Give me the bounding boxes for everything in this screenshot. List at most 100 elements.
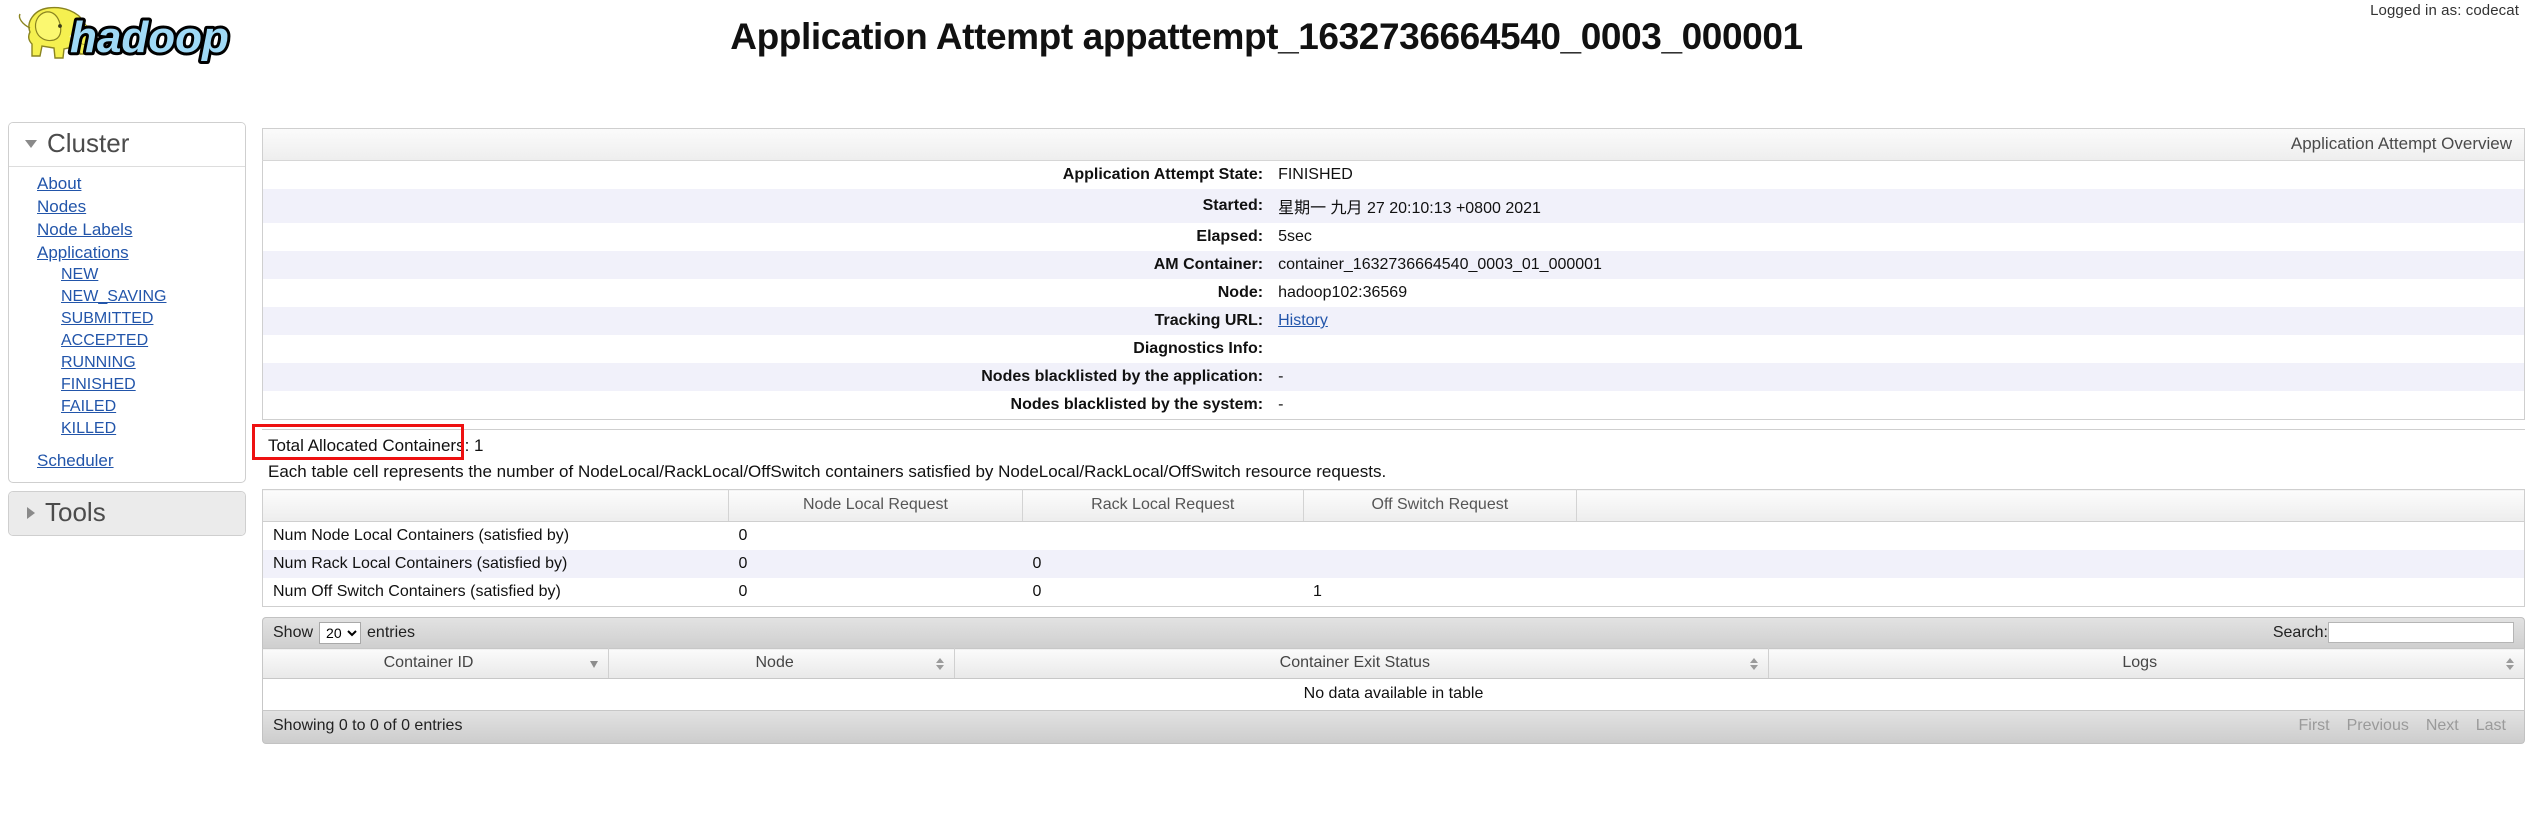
sidebar-cluster-links: About Nodes Node Labels Applications NEW… [9, 167, 245, 482]
page-length-control: Show 20 entries [273, 621, 416, 644]
overview-label-node: Node: [1217, 284, 1264, 301]
column-header-node-label: Node [755, 654, 794, 671]
locality-cell-off-switch-node: 0 [738, 583, 748, 600]
show-label: Show [273, 623, 314, 641]
pagination-first[interactable]: First [2290, 715, 2337, 737]
column-header-container-exit-status-label: Container Exit Status [1279, 654, 1430, 671]
column-header-container-id-label: Container ID [383, 654, 474, 671]
locality-col-node-local-request: Node Local Request [728, 489, 1024, 522]
page-length-select[interactable]: 20 [319, 621, 362, 644]
sidebar-item-accepted[interactable]: ACCEPTED [9, 330, 245, 352]
locality-row-label-off-switch: Num Off Switch Containers (satisfied by) [273, 583, 561, 600]
overview-value-am-container: container_1632736664540_0003_01_000001 [1278, 256, 1602, 273]
overview-row: Tracking URL: History [262, 307, 2525, 335]
locality-matrix-table: Node Local Request Rack Local Request Of… [262, 489, 2525, 607]
containers-table: Container ID Node Container Exit Status … [262, 648, 2525, 711]
sidebar-section-tools-label: Tools [45, 497, 106, 527]
sidebar-item-finished[interactable]: FINISHED [9, 374, 245, 396]
locality-cell-node-local-rack [1023, 522, 1303, 551]
search-label: Search: [2272, 623, 2328, 641]
sidebar-section-cluster-label: Cluster [47, 128, 130, 158]
locality-cell-rack-local-node: 0 [738, 555, 748, 572]
overview-row: Node: hadoop102:36569 [262, 279, 2525, 307]
sidebar-item-failed[interactable]: FAILED [9, 396, 245, 418]
sort-both-icon [1750, 657, 1759, 670]
overview-label-elapsed: Elapsed: [1196, 228, 1264, 245]
overview-value-blacklist-system: - [1278, 396, 1284, 413]
overview-label-am-container: AM Container: [1153, 256, 1264, 273]
overview-row: Elapsed: 5sec [262, 223, 2525, 251]
overview-value-diagnostics [1269, 335, 2524, 363]
locality-header-row: Node Local Request Rack Local Request Of… [262, 489, 2525, 522]
locality-cell-pad [1577, 550, 2525, 578]
overview-value-blacklist-app: - [1278, 368, 1284, 385]
search-input[interactable] [2328, 622, 2514, 643]
sidebar-item-about[interactable]: About [9, 172, 245, 195]
locality-row-label-node-local: Num Node Local Containers (satisfied by) [273, 527, 570, 544]
datatable-toolbar: Show 20 entries Search: [262, 617, 2525, 648]
overview-caption: Application Attempt Overview [262, 128, 2525, 160]
locality-description: Each table cell represents the number of… [268, 462, 1387, 481]
sidebar-item-nodes[interactable]: Nodes [9, 195, 245, 218]
sidebar-item-submitted[interactable]: SUBMITTED [9, 308, 245, 330]
overview-value-started: 星期一 九月 27 20:10:13 +0800 2021 [1278, 200, 1541, 217]
locality-col-off-switch-request: Off Switch Request [1303, 489, 1578, 522]
entries-label: entries [367, 623, 416, 641]
overview-row: AM Container: container_1632736664540_00… [262, 251, 2525, 279]
containers-empty-row: No data available in table [262, 678, 2525, 711]
total-allocated-containers-label: Total Allocated Containers: 1 [262, 429, 2525, 458]
sidebar-section-tools-header[interactable]: Tools [9, 492, 245, 535]
column-header-logs[interactable]: Logs [1768, 648, 2525, 679]
locality-cell-off-switch-rack: 0 [1032, 583, 1042, 600]
datatable-info: Showing 0 to 0 of 0 entries [273, 717, 463, 734]
locality-row: Num Off Switch Containers (satisfied by)… [262, 578, 2525, 607]
overview-value-elapsed: 5sec [1278, 228, 1312, 245]
sidebar-item-new-saving[interactable]: NEW_SAVING [9, 286, 245, 308]
overview-value-state: FINISHED [1278, 166, 1353, 183]
column-header-container-exit-status[interactable]: Container Exit Status [954, 648, 1770, 679]
overview-row: Nodes blacklisted by the system: - [262, 391, 2525, 420]
sidebar-item-new[interactable]: NEW [9, 264, 245, 286]
locality-cell-node-local-node: 0 [738, 527, 748, 544]
column-header-container-id[interactable]: Container ID [262, 648, 610, 679]
locality-cell-rack-local-rack: 0 [1032, 555, 1042, 572]
page-title: Application Attempt appattempt_163273666… [730, 16, 1803, 57]
sidebar: Cluster About Nodes Node Labels Applicat… [8, 122, 246, 544]
sidebar-item-scheduler[interactable]: Scheduler [9, 449, 245, 472]
locality-row: Num Node Local Containers (satisfied by)… [262, 521, 2525, 551]
sort-desc-icon [590, 660, 599, 668]
locality-cell-node-local-off [1303, 522, 1577, 551]
main-content: Application Attempt Overview Application… [252, 128, 2525, 744]
locality-cell-rack-local-off [1303, 550, 1577, 578]
containers-datatable: Show 20 entries Search: Container ID Nod… [262, 617, 2525, 744]
overview-row: Nodes blacklisted by the application: - [262, 363, 2525, 391]
column-header-logs-label: Logs [2122, 654, 2158, 671]
application-attempt-overview-table: Application Attempt State: FINISHED Star… [262, 160, 2525, 420]
sidebar-item-killed[interactable]: KILLED [9, 418, 245, 440]
locality-col-blank [262, 489, 729, 522]
sidebar-section-cluster-header[interactable]: Cluster [9, 123, 245, 167]
overview-row: Diagnostics Info: [262, 335, 2525, 363]
locality-cell-off-switch-off: 1 [1313, 583, 1322, 600]
pagination: First Previous Next Last [2290, 715, 2514, 737]
locality-cell-pad [1577, 578, 2525, 607]
allocated-containers-section: Total Allocated Containers: 1 Each table… [252, 424, 2525, 489]
tracking-url-link[interactable]: History [1278, 312, 1328, 329]
datatable-footer: Showing 0 to 0 of 0 entries First Previo… [262, 711, 2525, 744]
column-header-node[interactable]: Node [608, 648, 956, 679]
overview-row: Application Attempt State: FINISHED [262, 160, 2525, 189]
overview-value-tracking-url: History [1269, 307, 2524, 335]
sidebar-item-running[interactable]: RUNNING [9, 352, 245, 374]
locality-row: Num Rack Local Containers (satisfied by)… [262, 550, 2525, 578]
pagination-previous[interactable]: Previous [2339, 715, 2417, 737]
sidebar-item-node-labels[interactable]: Node Labels [9, 218, 245, 241]
sidebar-item-applications[interactable]: Applications [9, 241, 245, 264]
pagination-last[interactable]: Last [2468, 715, 2514, 737]
pagination-next[interactable]: Next [2418, 715, 2467, 737]
locality-cell-pad [1577, 522, 2525, 551]
sidebar-section-tools: Tools [8, 491, 246, 536]
overview-label-state: Application Attempt State: [1062, 166, 1264, 183]
overview-label-tracking-url: Tracking URL: [1154, 312, 1264, 329]
locality-col-pad [1576, 489, 2525, 522]
